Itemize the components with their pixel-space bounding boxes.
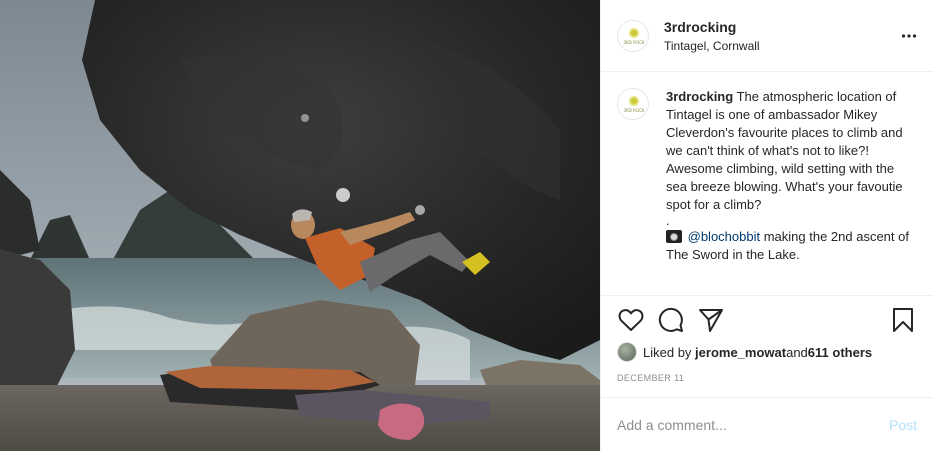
logo-sun-icon xyxy=(629,96,639,106)
more-horizontal-icon[interactable] xyxy=(901,28,917,44)
post-header: 3RD ROCK 3rdrocking Tintagel, Cornwall xyxy=(601,0,933,72)
paper-plane-icon[interactable] xyxy=(697,306,725,334)
bookmark-icon[interactable] xyxy=(889,306,917,334)
caption-username[interactable]: 3rdrocking xyxy=(666,89,733,104)
post-actions-bar xyxy=(617,304,917,336)
avatar-logo-text: 3RD ROCK xyxy=(623,108,645,113)
likes-prefix: Liked by xyxy=(643,344,692,360)
liker-avatar[interactable] xyxy=(617,342,637,362)
account-username[interactable]: 3rdrocking xyxy=(664,18,760,36)
caption-section: 3RD ROCK 3rdrocking The atmospheric loca… xyxy=(601,72,933,296)
heart-icon[interactable] xyxy=(617,306,645,334)
post-caption: 3rdrocking The atmospheric location of T… xyxy=(666,88,917,279)
climbing-photo-image xyxy=(0,0,600,451)
caption-dot: . xyxy=(666,213,670,228)
post-photo[interactable] xyxy=(0,0,600,451)
caption-avatar[interactable]: 3RD ROCK xyxy=(617,88,649,120)
logo-sun-icon xyxy=(629,27,639,38)
account-avatar[interactable]: 3RD ROCK xyxy=(617,19,649,52)
comment-bar: Post xyxy=(601,397,933,451)
post-date[interactable]: December 11 xyxy=(617,373,684,383)
post-details-panel: 3RD ROCK 3rdrocking Tintagel, Cornwall 3… xyxy=(600,0,933,451)
caption-mention-link[interactable]: @blochobbit xyxy=(688,229,760,244)
likes-summary: Liked by jerome_mowat and 611 others xyxy=(617,342,917,362)
post-location[interactable]: Tintagel, Cornwall xyxy=(664,38,760,54)
avatar-logo-text: 3RD ROCK xyxy=(623,39,645,45)
likes-middle: and xyxy=(786,344,808,360)
likes-others-count[interactable]: 611 others xyxy=(808,345,872,360)
comment-input[interactable] xyxy=(617,416,889,433)
camera-icon xyxy=(666,230,682,243)
caption-text: The atmospheric location of Tintagel is … xyxy=(666,89,903,212)
post-comment-button[interactable]: Post xyxy=(889,417,917,433)
liker-username[interactable]: jerome_mowat xyxy=(695,345,786,360)
comment-bubble-icon[interactable] xyxy=(657,306,685,334)
